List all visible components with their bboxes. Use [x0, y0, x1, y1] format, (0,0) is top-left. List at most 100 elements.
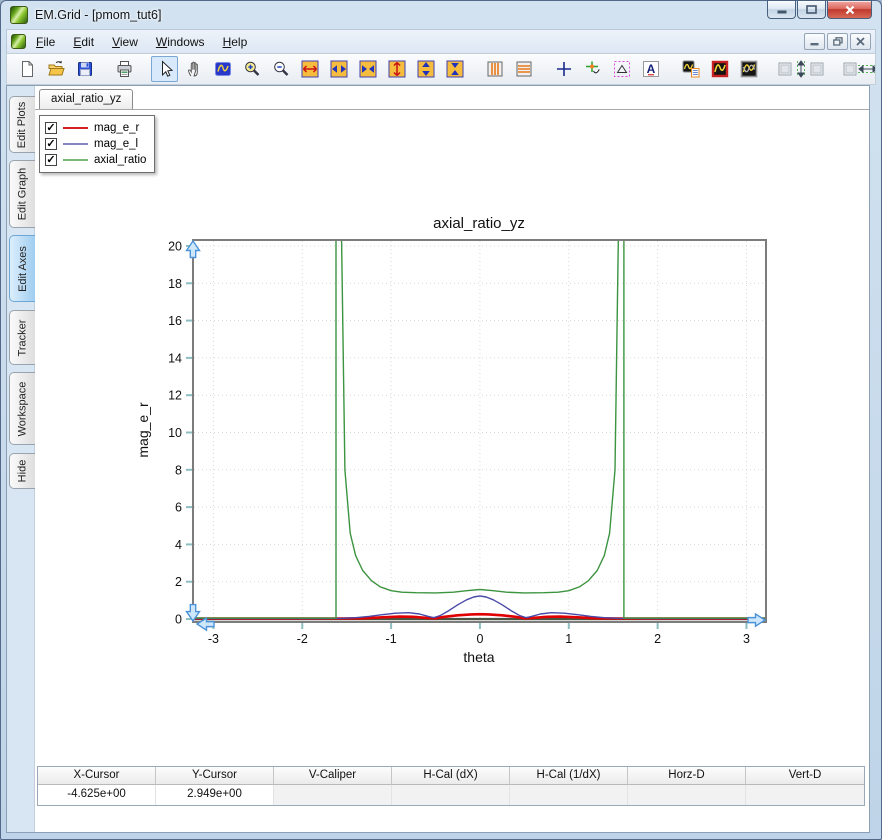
expand-x-button[interactable] — [296, 56, 323, 82]
x-axis-right-handle[interactable] — [748, 614, 765, 626]
column-header: X-Cursor — [38, 767, 156, 785]
svg-text:16: 16 — [168, 314, 182, 328]
plot-properties-button[interactable] — [677, 56, 704, 82]
document-icon — [11, 34, 26, 49]
legend-checkbox[interactable]: ✓ — [45, 154, 57, 166]
save-button[interactable] — [71, 56, 98, 82]
shrink-x-button[interactable] — [325, 56, 352, 82]
new-file-icon — [18, 60, 36, 78]
zoom-in-icon — [243, 60, 261, 78]
plot-canvas[interactable]: -3-2-1012302468101214161820 axial_ratio_… — [131, 202, 801, 677]
minimize-button[interactable] — [767, 0, 796, 19]
legend-checkbox[interactable]: ✓ — [45, 122, 57, 134]
client-area: Edit Plots Edit Graph Edit Axes Tracker … — [6, 85, 870, 833]
close-button[interactable] — [827, 0, 872, 19]
y-axis-label: mag_e_r — [135, 402, 151, 458]
document-tab[interactable]: axial_ratio_yz — [39, 89, 133, 109]
annotation-triangle-icon — [613, 60, 631, 78]
open-file-button[interactable] — [42, 56, 69, 82]
svg-text:12: 12 — [168, 389, 182, 403]
vert-d-value — [746, 785, 864, 805]
expand-y-icon — [388, 60, 406, 78]
shrink-y-icon — [417, 60, 435, 78]
document-tabrow: axial_ratio_yz — [35, 86, 869, 110]
align-vertical-icon — [778, 60, 824, 78]
menu-windows[interactable]: Windows — [148, 32, 213, 52]
column-header: Vert-D — [746, 767, 864, 785]
column-header: Y-Cursor — [156, 767, 274, 785]
toolbar: A Layout — [6, 53, 876, 85]
mdi-minimize-button[interactable] — [804, 33, 825, 50]
mdi-close-button[interactable] — [850, 33, 871, 50]
svg-text:-2: -2 — [297, 632, 308, 646]
pointer-tool-button[interactable] — [151, 56, 178, 82]
text-tool-button[interactable]: A — [637, 56, 664, 82]
legend-checkbox[interactable]: ✓ — [45, 138, 57, 150]
zoom-out-button[interactable] — [267, 56, 294, 82]
y-axis-top-handle[interactable] — [187, 241, 200, 258]
sidebar-tab-edit-plots[interactable]: Edit Plots — [9, 96, 35, 153]
shrink-y-button[interactable] — [412, 56, 439, 82]
edit-plot-icon — [711, 60, 729, 78]
expand-x-icon — [301, 60, 319, 78]
sidebar-tab-workspace[interactable]: Workspace — [9, 372, 35, 445]
compress-y-button[interactable] — [441, 56, 468, 82]
vertical-cursors-button[interactable] — [481, 56, 508, 82]
menu-help[interactable]: Help — [215, 32, 256, 52]
zoom-window-button[interactable] — [209, 56, 236, 82]
h-cal-1dx-value — [510, 785, 628, 805]
align-horizontal-button[interactable] — [840, 56, 876, 82]
svg-text:1: 1 — [565, 632, 572, 646]
tracker-header-row: X-Cursor Y-Cursor V-Caliper H-Cal (dX) H… — [38, 767, 864, 785]
compress-x-button[interactable] — [354, 56, 381, 82]
sidebar-tab-tracker[interactable]: Tracker — [9, 310, 35, 365]
zoom-window-icon — [214, 60, 232, 78]
open-file-icon — [47, 60, 65, 78]
mdi-restore-button[interactable] — [827, 33, 848, 50]
sidebar-tab-edit-graph[interactable]: Edit Graph — [9, 160, 35, 228]
svg-text:2: 2 — [175, 575, 182, 589]
tracker-icon — [584, 60, 602, 78]
svg-text:4: 4 — [175, 538, 182, 552]
menu-file[interactable]: File — [28, 32, 63, 52]
align-horizontal-icon — [843, 60, 876, 78]
horizontal-cursors-button[interactable] — [510, 56, 537, 82]
legend-line-sample — [63, 127, 88, 129]
expand-y-button[interactable] — [383, 56, 410, 82]
align-vertical-button[interactable] — [775, 56, 827, 82]
horz-d-value — [628, 785, 746, 805]
sidebar-tab-hide[interactable]: Hide — [9, 453, 35, 489]
plot-styles-icon — [740, 60, 758, 78]
menu-edit[interactable]: Edit — [65, 32, 102, 52]
svg-text:6: 6 — [175, 501, 182, 515]
svg-text:A: A — [646, 62, 655, 76]
zoom-in-button[interactable] — [238, 56, 265, 82]
svg-text:14: 14 — [168, 351, 182, 365]
pan-hand-button[interactable] — [180, 56, 207, 82]
mdi-window-controls — [804, 33, 871, 50]
menu-view[interactable]: View — [104, 32, 146, 52]
svg-text:-1: -1 — [386, 632, 397, 646]
mdi-minimize-icon — [810, 38, 819, 46]
titlebar: EM.Grid - [pmom_tut6] — [1, 1, 881, 29]
restore-button[interactable] — [797, 0, 826, 19]
app-window: EM.Grid - [pmom_tut6] File Edit View Win… — [0, 0, 882, 840]
svg-text:-3: -3 — [208, 632, 219, 646]
plot-title: axial_ratio_yz — [433, 215, 525, 232]
new-file-button[interactable] — [13, 56, 40, 82]
annotation-button[interactable] — [608, 56, 635, 82]
plot-styles-button[interactable] — [735, 56, 762, 82]
svg-text:3: 3 — [743, 632, 750, 646]
text-tool-icon: A — [642, 60, 660, 78]
cross-cursor-button[interactable] — [550, 56, 577, 82]
sidebar-tab-edit-axes[interactable]: Edit Axes — [9, 235, 35, 302]
minimize-icon — [777, 5, 787, 14]
print-button[interactable] — [111, 56, 138, 82]
horizontal-cursors-icon — [515, 60, 533, 78]
shrink-x-icon — [330, 60, 348, 78]
close-icon — [845, 5, 855, 15]
tracker-button[interactable] — [579, 56, 606, 82]
mdi-close-icon — [856, 37, 865, 46]
edit-plot-button[interactable] — [706, 56, 733, 82]
svg-text:10: 10 — [168, 426, 182, 440]
